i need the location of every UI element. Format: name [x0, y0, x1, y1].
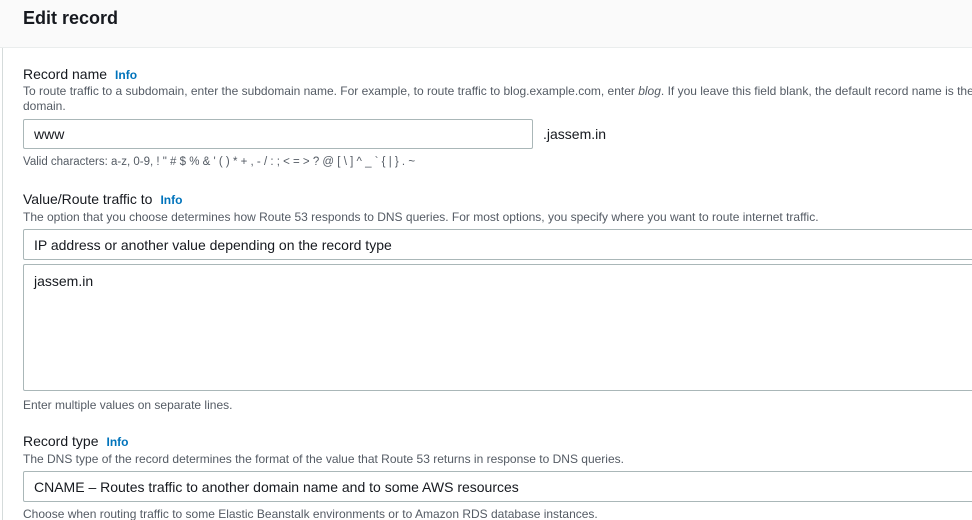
record-type-select[interactable]: CNAME – Routes traffic to another domain… [23, 471, 972, 502]
record-name-input-value: www [34, 126, 65, 142]
record-value-text: jassem.in [34, 273, 94, 289]
record-value-hint: Enter multiple values on separate lines. [23, 398, 233, 412]
record-name-description: To route traffic to a subdomain, enter t… [23, 84, 972, 114]
record-name-hint: Valid characters: a-z, 0-9, ! " # $ % & … [23, 156, 416, 168]
value-route-description: The option that you choose determines ho… [23, 210, 819, 224]
record-type-info-link[interactable]: Info [106, 435, 128, 449]
edit-record-page: Edit record Record name Info To route tra… [0, 0, 972, 520]
record-type-label-row: Record type Info [23, 433, 128, 449]
record-type-hint: Choose when routing traffic to some Elas… [23, 507, 598, 520]
record-name-label: Record name [23, 66, 108, 82]
value-route-label: Value/Route traffic to [23, 191, 153, 207]
panel-border [2, 0, 3, 520]
record-type-label: Record type [23, 433, 99, 449]
record-name-description-text: To route traffic to a subdomain, enter t… [23, 84, 639, 98]
record-value-textarea[interactable]: jassem.in [23, 264, 972, 391]
record-name-info-link[interactable]: Info [115, 68, 137, 82]
panel-header: Edit record [0, 0, 972, 48]
page-title: Edit record [23, 8, 119, 28]
value-route-info-link[interactable]: Info [160, 193, 182, 207]
domain-suffix: .jassem.in [543, 126, 607, 142]
value-route-select[interactable]: IP address or another value depending on… [23, 229, 972, 260]
record-type-selected: CNAME – Routes traffic to another domain… [34, 478, 519, 495]
value-route-selected: IP address or another value depending on… [34, 236, 392, 253]
record-name-label-row: Record name Info [23, 66, 137, 82]
record-name-description-example: blog [638, 84, 661, 98]
value-route-label-row: Value/Route traffic to Info [23, 191, 182, 207]
record-name-input[interactable]: www [23, 119, 533, 149]
record-type-description: The DNS type of the record determines th… [23, 452, 624, 466]
